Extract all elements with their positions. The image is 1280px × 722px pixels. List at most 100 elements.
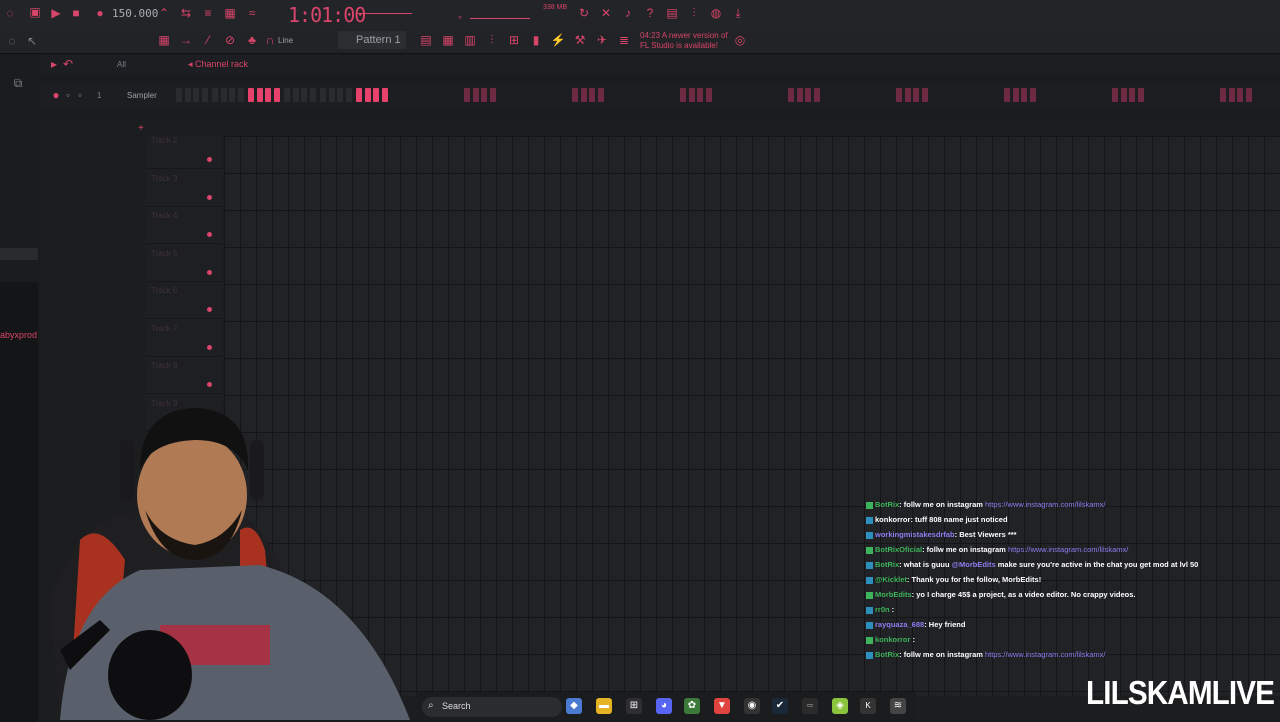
step-button[interactable]: [1184, 88, 1190, 102]
track-header[interactable]: Track 8: [146, 357, 222, 394]
step-button[interactable]: [824, 88, 830, 102]
step-button[interactable]: [769, 88, 775, 102]
chat-username[interactable]: konkorror: [875, 515, 910, 524]
track-header[interactable]: Track 5: [146, 245, 222, 282]
countdown-icon[interactable]: ≡: [200, 6, 216, 22]
step-button[interactable]: [1137, 88, 1144, 102]
step-button[interactable]: [562, 88, 568, 102]
track-mute-button[interactable]: [207, 344, 212, 350]
step-button[interactable]: [1085, 88, 1091, 102]
taskbar-search[interactable]: ⌕ Search: [422, 697, 562, 717]
step-button[interactable]: [481, 88, 487, 102]
chat-username[interactable]: rayquaza_688: [875, 620, 924, 629]
step-button[interactable]: [1066, 88, 1072, 102]
obs-icon[interactable]: ◉: [744, 698, 760, 714]
snap-selector[interactable]: Line: [278, 36, 293, 45]
step-button[interactable]: [850, 88, 856, 102]
step-button[interactable]: [580, 88, 587, 102]
step-button[interactable]: [265, 88, 271, 102]
step-button[interactable]: [536, 88, 542, 102]
step-button[interactable]: [805, 88, 811, 102]
step-button[interactable]: [670, 88, 676, 102]
step-button[interactable]: [328, 88, 335, 102]
step-button[interactable]: [176, 88, 182, 102]
step-button[interactable]: [688, 88, 695, 102]
channel-rack-icon[interactable]: ▥: [462, 33, 478, 49]
tempo-display[interactable]: 150.000: [112, 7, 158, 20]
browser-item[interactable]: [0, 248, 38, 260]
loop-record-icon[interactable]: ▦: [222, 6, 238, 22]
project-browser-icon[interactable]: ▮: [528, 33, 544, 49]
step-button[interactable]: [356, 88, 362, 102]
step-button[interactable]: [454, 88, 460, 102]
discord-icon[interactable]: ◕: [656, 698, 672, 714]
chat-username[interactable]: BotRix: [875, 500, 899, 509]
arrow-right-icon[interactable]: →: [178, 33, 194, 49]
chat-link[interactable]: https://www.instagram.com/lilskamx/: [985, 500, 1105, 509]
step-button[interactable]: [1165, 88, 1171, 102]
news-icon[interactable]: ≣: [616, 33, 632, 49]
step-button[interactable]: [392, 88, 398, 102]
step-button[interactable]: [1120, 88, 1127, 102]
step-button[interactable]: [472, 88, 479, 102]
step-button[interactable]: [697, 88, 703, 102]
track-header[interactable]: Track 3: [146, 170, 222, 207]
step-button[interactable]: [625, 88, 631, 102]
panel-toggle-icon[interactable]: ◌: [4, 34, 20, 50]
master-pitch-knob[interactable]: ◦: [452, 10, 468, 26]
song-mode-toggle[interactable]: ▣: [26, 5, 44, 21]
magnet-icon[interactable]: ∩: [262, 33, 278, 49]
step-button[interactable]: [608, 88, 614, 102]
step-button[interactable]: [1245, 88, 1252, 102]
pointer-icon[interactable]: ↖: [24, 34, 40, 50]
step-button[interactable]: [913, 88, 919, 102]
render-icon[interactable]: ✈: [594, 33, 610, 49]
wait-input-icon[interactable]: ⇆: [178, 6, 194, 22]
step-button[interactable]: [248, 88, 254, 102]
step-button[interactable]: [1004, 88, 1010, 102]
step-button[interactable]: [761, 88, 767, 102]
step-button[interactable]: [1029, 88, 1036, 102]
step-button[interactable]: [985, 88, 991, 102]
step-button[interactable]: [921, 88, 928, 102]
chat-link[interactable]: https://www.instagram.com/lilskamx/: [985, 650, 1105, 659]
step-button[interactable]: [1021, 88, 1027, 102]
step-button[interactable]: [833, 88, 839, 102]
keyboard-icon[interactable]: ▦: [156, 33, 172, 49]
track-header[interactable]: Track 4: [146, 207, 222, 244]
cut-tool-icon[interactable]: ✕: [598, 6, 614, 22]
step-button[interactable]: [256, 88, 263, 102]
track-mute-button[interactable]: [207, 269, 212, 275]
chat-username[interactable]: BotRixOficial: [875, 545, 922, 554]
step-button[interactable]: [401, 88, 407, 102]
track-header[interactable]: Track 7: [146, 320, 222, 357]
step-button[interactable]: [489, 88, 496, 102]
step-button[interactable]: [941, 88, 947, 102]
step-button[interactable]: [869, 88, 875, 102]
track-mute-button[interactable]: [207, 157, 212, 162]
capcut-icon[interactable]: ≋: [890, 698, 906, 714]
online-icon[interactable]: ◎: [732, 33, 748, 49]
step-button[interactable]: [634, 88, 640, 102]
step-button[interactable]: [958, 88, 964, 102]
step-button[interactable]: [886, 88, 892, 102]
track-header[interactable]: Track 6: [146, 282, 222, 319]
step-button[interactable]: [813, 88, 820, 102]
step-button[interactable]: [1102, 88, 1108, 102]
update-notice[interactable]: 04:23 A newer version of FL Studio is av…: [640, 31, 736, 51]
step-button[interactable]: [1057, 88, 1063, 102]
step-button[interactable]: [1210, 88, 1216, 102]
add-track-icon[interactable]: +: [138, 123, 144, 134]
record-icon[interactable]: ●: [92, 6, 108, 22]
step-edit-icon[interactable]: ≈: [244, 6, 260, 22]
step-button[interactable]: [841, 88, 847, 102]
step-button[interactable]: [345, 88, 352, 102]
step-button[interactable]: [1157, 88, 1163, 102]
undo-history-icon[interactable]: ↻: [576, 6, 592, 22]
step-button[interactable]: [428, 88, 434, 102]
step-button[interactable]: [680, 88, 686, 102]
step-button[interactable]: [553, 88, 559, 102]
help-icon[interactable]: ?: [642, 6, 658, 22]
step-button[interactable]: [896, 88, 902, 102]
step-button[interactable]: [201, 88, 208, 102]
